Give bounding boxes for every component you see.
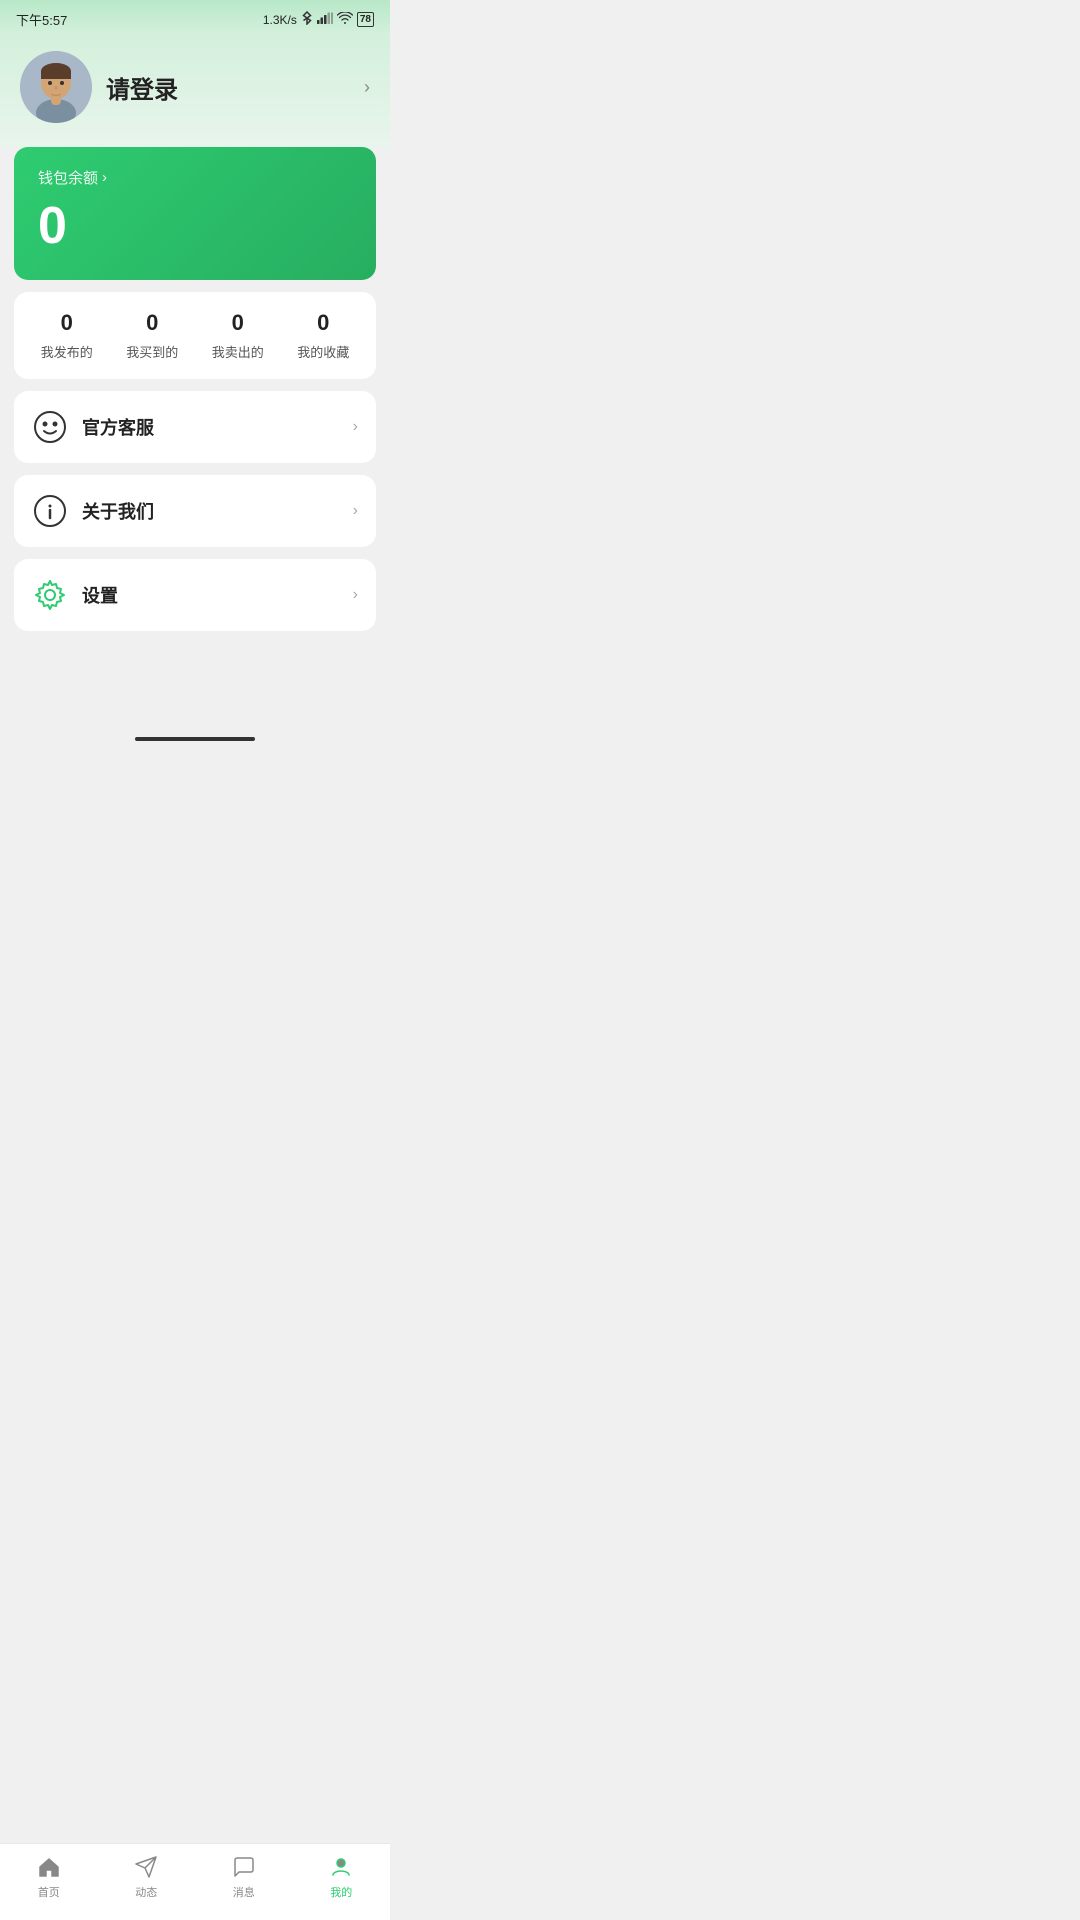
wifi-icon [337, 12, 353, 27]
stat-number: 0 [317, 310, 329, 336]
menu-left: 官方客服 [32, 409, 154, 445]
menu-item-customer-service[interactable]: 官方客服 › [14, 391, 376, 463]
customer-service-icon [32, 409, 68, 445]
signal-icon [317, 12, 333, 27]
menu-label: 官方客服 [82, 414, 154, 440]
stat-item[interactable]: 0 我的收藏 [297, 310, 349, 361]
mine-nav-label: 我的 [330, 1884, 352, 1900]
nav-item-mine[interactable]: 我的 [328, 1854, 354, 1900]
battery-icon: 78 [357, 12, 374, 27]
stat-number: 0 [61, 310, 73, 336]
message-nav-icon [231, 1854, 257, 1880]
stat-label: 我卖出的 [212, 342, 264, 361]
nav-item-dynamic[interactable]: 动态 [133, 1854, 159, 1900]
dynamic-nav-icon [133, 1854, 159, 1880]
stat-item[interactable]: 0 我卖出的 [212, 310, 264, 361]
wallet-balance: 0 [38, 200, 352, 252]
wallet-card[interactable]: 钱包余额 › 0 [14, 147, 376, 280]
nav-item-message[interactable]: 消息 [231, 1854, 257, 1900]
wallet-label: 钱包余额 › [38, 167, 352, 188]
menu-left: 设置 [32, 577, 118, 613]
menu-label: 设置 [82, 582, 118, 608]
message-nav-label: 消息 [233, 1884, 255, 1900]
stat-number: 0 [146, 310, 158, 336]
mine-nav-icon [328, 1854, 354, 1880]
home-indicator [135, 737, 255, 741]
menu-chevron-icon: › [353, 418, 358, 436]
dynamic-nav-label: 动态 [135, 1884, 157, 1900]
menu-label: 关于我们 [82, 498, 154, 524]
profile-row[interactable]: 请登录 › [20, 51, 370, 123]
stat-item[interactable]: 0 我买到的 [126, 310, 178, 361]
stat-label: 我的收藏 [297, 342, 349, 361]
profile-chevron-icon: › [364, 77, 370, 98]
menu-left: 关于我们 [32, 493, 154, 529]
settings-icon [32, 577, 68, 613]
status-time: 下午5:57 [16, 10, 67, 29]
menu-item-about[interactable]: 关于我们 › [14, 475, 376, 547]
bottom-nav: 首页 动态 消息 [0, 1843, 390, 1920]
nav-item-home[interactable]: 首页 [36, 1854, 62, 1900]
stat-number: 0 [232, 310, 244, 336]
header-area: 请登录 › [0, 35, 390, 147]
menu-item-settings[interactable]: 设置 › [14, 559, 376, 631]
stats-card: 0 我发布的 0 我买到的 0 我卖出的 0 我的收藏 [14, 292, 376, 379]
main-content: 钱包余额 › 0 0 我发布的 0 我买到的 0 我卖出的 0 我的收藏 官方客… [0, 147, 390, 733]
avatar [20, 51, 92, 123]
network-speed: 1.3K/s [263, 13, 297, 27]
bluetooth-icon [301, 11, 313, 28]
menu-chevron-icon: › [353, 502, 358, 520]
wallet-chevron-icon: › [102, 169, 107, 186]
status-bar: 下午5:57 1.3K/s 78 [0, 0, 390, 35]
stat-item[interactable]: 0 我发布的 [41, 310, 93, 361]
status-right: 1.3K/s 78 [263, 11, 374, 28]
stat-label: 我买到的 [126, 342, 178, 361]
stat-label: 我发布的 [41, 342, 93, 361]
home-nav-icon [36, 1854, 62, 1880]
home-nav-label: 首页 [38, 1884, 60, 1900]
about-icon [32, 493, 68, 529]
menu-chevron-icon: › [353, 586, 358, 604]
login-text: 请登录 [106, 70, 178, 105]
profile-left: 请登录 [20, 51, 178, 123]
